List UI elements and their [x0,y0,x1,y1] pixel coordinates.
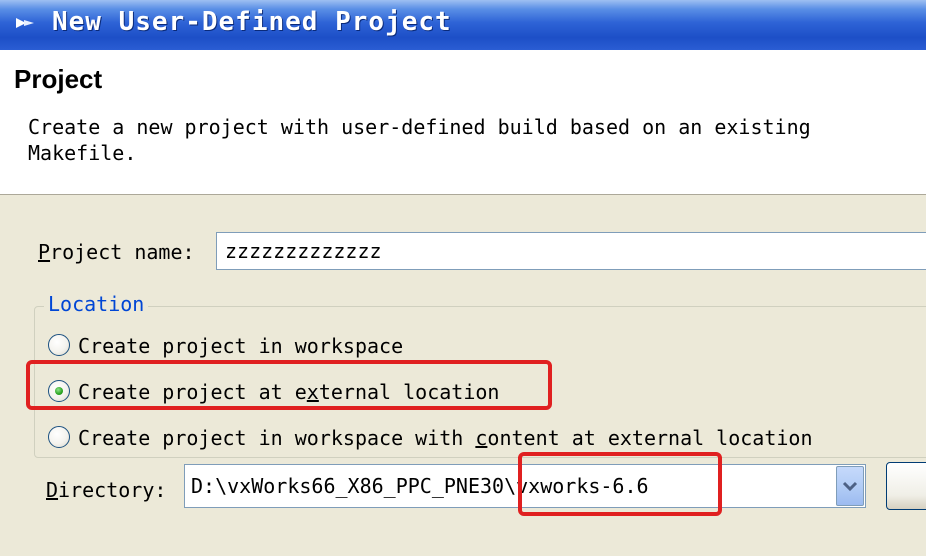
page-title: Project [14,64,103,94]
project-name-input[interactable]: zzzzzzzzzzzzz [216,232,926,270]
radio-workspace[interactable] [48,334,70,356]
wizard-header: Project Create a new project with user-d… [0,50,926,195]
location-group-label: Location [44,292,149,316]
project-name-label: Project name: [38,240,195,264]
browse-button[interactable] [886,462,926,510]
chevron-down-icon [842,481,858,492]
window-title: New User-Defined Project [52,7,452,37]
highlight-box-external-location [26,360,552,410]
radio-workspace-label[interactable]: Create project in workspace [78,334,403,358]
directory-label: Directory: [46,478,167,502]
radio-workspace-with-content-label[interactable]: Create project in workspace with content… [78,426,813,450]
wizard-arrow-icon [16,18,34,28]
title-bar: New User-Defined Project [0,0,926,50]
directory-dropdown-button[interactable] [836,466,864,506]
page-description: Create a new project with user-defined b… [28,115,811,165]
highlight-box-directory [518,452,722,516]
radio-workspace-with-content[interactable] [48,426,70,448]
